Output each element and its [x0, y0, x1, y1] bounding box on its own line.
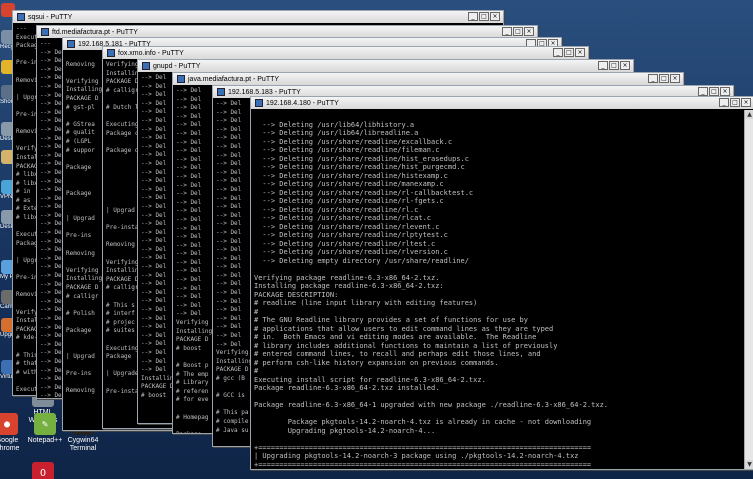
maximize-icon[interactable]: □ — [564, 48, 574, 57]
notepadpp-glyph-icon: ✎ — [34, 413, 56, 435]
minimize-icon[interactable]: _ — [698, 87, 708, 96]
maximize-icon[interactable]: □ — [479, 12, 489, 21]
minimize-icon[interactable]: _ — [648, 74, 658, 83]
window-title: fox.xmo.info - PuTTY — [118, 49, 184, 57]
window-title: sqsui - PuTTY — [28, 13, 73, 21]
window-titlebar[interactable]: gnupd - PuTTY _ □ × — [138, 60, 633, 72]
close-icon[interactable]: × — [741, 98, 751, 107]
maximize-icon[interactable]: □ — [730, 98, 740, 107]
minimize-icon[interactable]: _ — [553, 48, 563, 57]
desktop: Recycle BinShortcutDesktopVPN ServerDesk… — [0, 0, 753, 479]
putty-app-icon — [217, 88, 225, 96]
maximize-icon[interactable]: □ — [659, 74, 669, 83]
maximize-icon[interactable]: □ — [709, 87, 719, 96]
putty-app-icon — [107, 49, 115, 57]
close-icon[interactable]: × — [620, 61, 630, 70]
maximize-icon[interactable]: □ — [609, 61, 619, 70]
window-titlebar[interactable]: java.mediafactura.pt - PuTTY _ □ × — [173, 73, 683, 85]
close-icon[interactable]: × — [575, 48, 585, 57]
window-title: ftd.mediafactura.pt - PuTTY — [52, 28, 138, 36]
shortcut-label: Notepad++ — [27, 437, 63, 444]
window-titlebar[interactable]: 192.168.4.180 - PuTTY _ □ × — [251, 97, 753, 109]
putty-window-8[interactable]: 192.168.4.180 - PuTTY _ □ × --> Deleting /u… — [250, 96, 753, 470]
putty-app-icon — [67, 40, 75, 48]
opera-glyph-icon: O — [32, 462, 54, 479]
chrome-bottom-glyph-icon: ● — [0, 413, 18, 435]
putty-app-icon — [177, 75, 185, 83]
window-title: gnupd - PuTTY — [153, 62, 201, 70]
opera-icon[interactable]: O — [22, 462, 64, 479]
minimize-icon[interactable]: _ — [719, 98, 729, 107]
maximize-icon[interactable]: □ — [513, 27, 523, 36]
window-title: 192.168.4.180 - PuTTY — [266, 99, 339, 107]
window-titlebar[interactable]: fox.xmo.info - PuTTY _ □ × — [103, 47, 588, 59]
close-icon[interactable]: × — [720, 87, 730, 96]
window-title: java.mediafactura.pt - PuTTY — [188, 75, 280, 83]
minimize-icon[interactable]: _ — [502, 27, 512, 36]
putty-app-icon — [142, 62, 150, 70]
shortcut-label: Cygwin64 Terminal — [67, 437, 99, 452]
minimize-icon[interactable]: _ — [598, 61, 608, 70]
window-titlebar[interactable]: sqsui - PuTTY _ □ × — [13, 11, 503, 23]
putty-app-icon — [41, 28, 49, 36]
putty-app-icon — [17, 13, 25, 21]
putty-app-icon — [255, 99, 263, 107]
close-icon[interactable]: × — [670, 74, 680, 83]
minimize-icon[interactable]: _ — [468, 12, 478, 21]
notepadpp-icon[interactable]: ✎ Notepad++ — [24, 413, 66, 445]
scroll-down-icon[interactable]: ▼ — [745, 460, 753, 469]
terminal-output[interactable]: --> Deleting /usr/lib64/libhistory.a -->… — [251, 109, 753, 469]
close-icon[interactable]: × — [524, 27, 534, 36]
close-icon[interactable]: × — [490, 12, 500, 21]
window-title: 192.168.5.183 - PuTTY — [228, 88, 301, 96]
vertical-scrollbar[interactable]: ▲ ▼ — [744, 110, 753, 469]
scroll-up-icon[interactable]: ▲ — [745, 110, 753, 119]
